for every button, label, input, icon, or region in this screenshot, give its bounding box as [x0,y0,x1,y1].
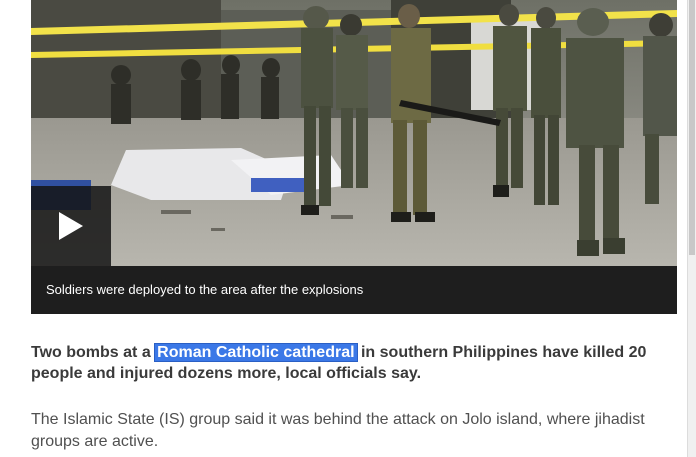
caption-bar: Soldiers were deployed to the area after… [31,266,677,314]
page: Soldiers were deployed to the area after… [0,0,696,457]
news-photo [31,0,677,266]
play-button[interactable] [31,186,111,266]
article-lead: Two bombs at a Roman Catholic cathedral … [31,342,661,384]
video-player[interactable]: Soldiers were deployed to the area after… [31,0,677,314]
vertical-scrollbar[interactable] [687,0,696,457]
article-paragraph: The Islamic State (IS) group said it was… [31,411,645,450]
lead-text-before: Two bombs at a [31,344,156,361]
scrollbar-thumb[interactable] [689,0,695,255]
play-icon [59,212,83,240]
selected-text-highlight[interactable]: Roman Catholic cathedral [154,343,358,362]
photo-caption: Soldiers were deployed to the area after… [46,282,364,297]
